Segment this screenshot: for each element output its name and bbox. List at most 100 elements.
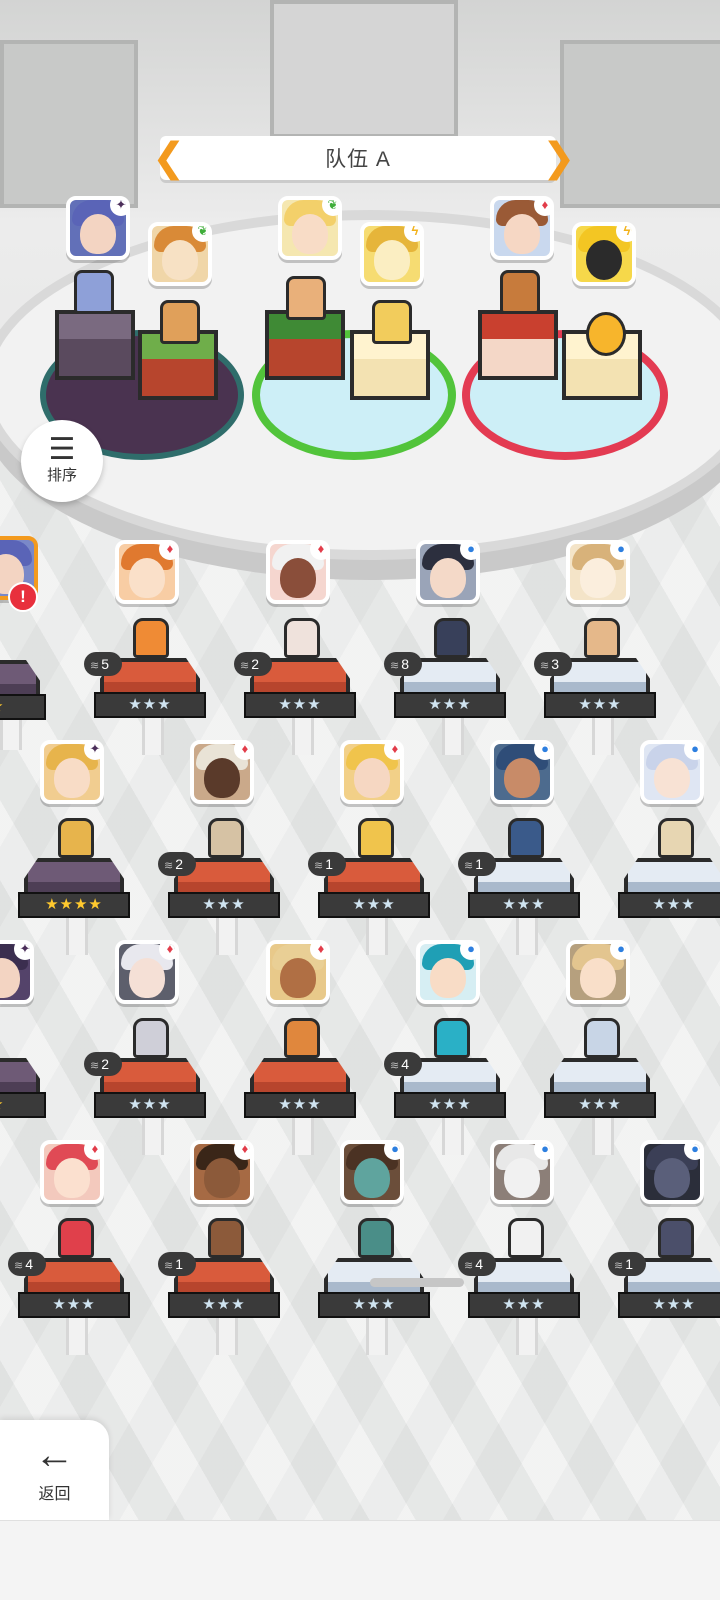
level-badge: ≋ 5 [84,652,122,676]
star-rating: ★★★ [468,892,580,918]
level-badge: ≋ 4 [458,1252,496,1276]
roster-pedestal[interactable]: ★★ [0,660,46,720]
star-rating: ★★★ [244,1092,356,1118]
roster-pedestal[interactable]: ≋ 4 ★★★ [8,1252,130,1318]
team-character-sprite[interactable] [500,270,540,314]
team-portrait-3[interactable]: ❦ [278,196,342,260]
roster-portrait[interactable]: ● [416,540,480,604]
element-nature-icon: ❦ [192,226,208,242]
element-dark-icon: ✦ [14,944,30,960]
roster-pedestal[interactable]: ≋ 1 ★★★ [608,1252,720,1318]
roster-portrait[interactable]: ● [566,940,630,1004]
level-badge: ≋ 2 [158,852,196,876]
team-character-sprite[interactable] [74,270,114,314]
team-cube-grass [265,310,345,380]
roster-pedestal[interactable]: ≋ 5 ★★★ [84,652,206,718]
roster-character-sprite[interactable] [208,818,244,858]
roster-portrait[interactable]: ✦ [40,740,104,804]
roster-pedestal[interactable]: ≋ 8 ★★★ [384,652,506,718]
element-lightning-icon: ϟ [404,226,420,242]
roster-pedestal[interactable]: ≋ 1 ★★★ [158,1252,280,1318]
element-water-icon: ● [534,744,550,760]
roster-character-sprite[interactable] [133,618,169,658]
team-selector[interactable]: ❮ 队伍 A ❯ [152,136,576,180]
team-portrait-1[interactable]: ✦ [66,196,130,260]
team-character-sprite[interactable] [586,312,626,356]
roster-pedestal[interactable]: ★★★ [244,1058,356,1118]
roster-portrait[interactable]: ♦ [40,1140,104,1204]
element-water-icon: ● [534,1144,550,1160]
roster-character-sprite[interactable] [434,1018,470,1058]
roster-pedestal[interactable]: ≋ 4 ★★★ [384,1052,506,1118]
star-rating: ★★★ [468,1292,580,1318]
prev-team-arrow-icon[interactable]: ❮ [152,136,186,180]
team-cube-lava [478,310,558,380]
team-character-sprite[interactable] [372,300,412,344]
roster-character-sprite[interactable] [284,618,320,658]
roster-portrait[interactable]: ♦ [190,740,254,804]
roster-character-sprite[interactable] [658,1218,694,1258]
roster-pedestal[interactable]: ≋ 3 ★★★ [534,652,656,718]
team-portrait-2[interactable]: ❦ [148,222,212,286]
roster-pedestal[interactable]: ≋ 2 ★★★ [234,652,356,718]
roster-portrait[interactable]: ♦ [115,940,179,1004]
sort-button[interactable]: ☰ 排序 [21,420,103,502]
roster-pedestal[interactable]: ★★★★ [18,858,130,918]
roster-portrait[interactable]: ● [640,740,704,804]
next-team-arrow-icon[interactable]: ❯ [542,136,576,180]
roster-character-sprite[interactable] [358,1218,394,1258]
team-portrait-4[interactable]: ϟ [360,222,424,286]
element-nature-icon: ❦ [322,200,338,216]
roster-pedestal[interactable]: ≋ 2 ★★★ [84,1052,206,1118]
roster-portrait[interactable]: ● [416,940,480,1004]
roster-pedestal[interactable]: ≋ 2 ★★★ [158,852,280,918]
star-rating: ★★★ [544,692,656,718]
scroll-handle[interactable] [370,1278,464,1287]
roster-character-sprite[interactable] [284,1018,320,1058]
team-character-sprite[interactable] [286,276,326,320]
roster-pedestal[interactable]: ≋ 1 ★★★ [458,852,580,918]
roster-character-sprite[interactable] [584,618,620,658]
star-rating: ★★ [0,1092,46,1118]
roster-portrait[interactable]: ● [490,740,554,804]
roster-pedestal[interactable]: ★★★ [544,1058,656,1118]
roster-pedestal[interactable]: ≋ 4 ★★★ [458,1252,580,1318]
roster-portrait[interactable]: ♦ [340,740,404,804]
roster-character-sprite[interactable] [508,818,544,858]
element-fire-icon: ♦ [159,544,175,560]
roster-portrait[interactable]: ♦ [115,540,179,604]
team-character-sprite[interactable] [160,300,200,344]
element-water-icon: ● [610,544,626,560]
back-button[interactable]: ← 返回 [0,1420,109,1520]
arrow-left-icon: ← [34,1433,75,1477]
roster-character-sprite[interactable] [434,618,470,658]
star-rating: ★★★ [618,1292,720,1318]
roster-pedestal[interactable]: ★★★ [618,858,720,918]
roster-pedestal[interactable]: ★★ [0,1058,46,1118]
roster-pedestal[interactable]: ≋ 1 ★★★ [308,852,430,918]
level-badge: ≋ 1 [158,1252,196,1276]
team-portrait-6[interactable]: ϟ [572,222,636,286]
element-fire-icon: ♦ [534,200,550,216]
level-badge: ≋ 3 [534,652,572,676]
roster-portrait-partial[interactable]: ✦ [0,940,34,1004]
roster-portrait[interactable]: ● [490,1140,554,1204]
roster-character-sprite[interactable] [58,1218,94,1258]
roster-portrait[interactable]: ♦ [266,940,330,1004]
team-portrait-5[interactable]: ♦ [490,196,554,260]
roster-character-sprite[interactable] [358,818,394,858]
roster-pedestal[interactable]: ★★★ [318,1258,430,1318]
roster-portrait[interactable]: ♦ [266,540,330,604]
level-badge: ≋ 2 [84,1052,122,1076]
roster-character-sprite[interactable] [658,818,694,858]
roster-character-sprite[interactable] [584,1018,620,1058]
roster-character-sprite[interactable] [508,1218,544,1258]
roster-portrait[interactable]: ♦ [190,1140,254,1204]
star-rating: ★★★ [394,1092,506,1118]
roster-character-sprite[interactable] [58,818,94,858]
roster-portrait[interactable]: ● [566,540,630,604]
roster-character-sprite[interactable] [208,1218,244,1258]
roster-portrait[interactable]: ● [340,1140,404,1204]
roster-character-sprite[interactable] [133,1018,169,1058]
roster-portrait[interactable]: ● [640,1140,704,1204]
